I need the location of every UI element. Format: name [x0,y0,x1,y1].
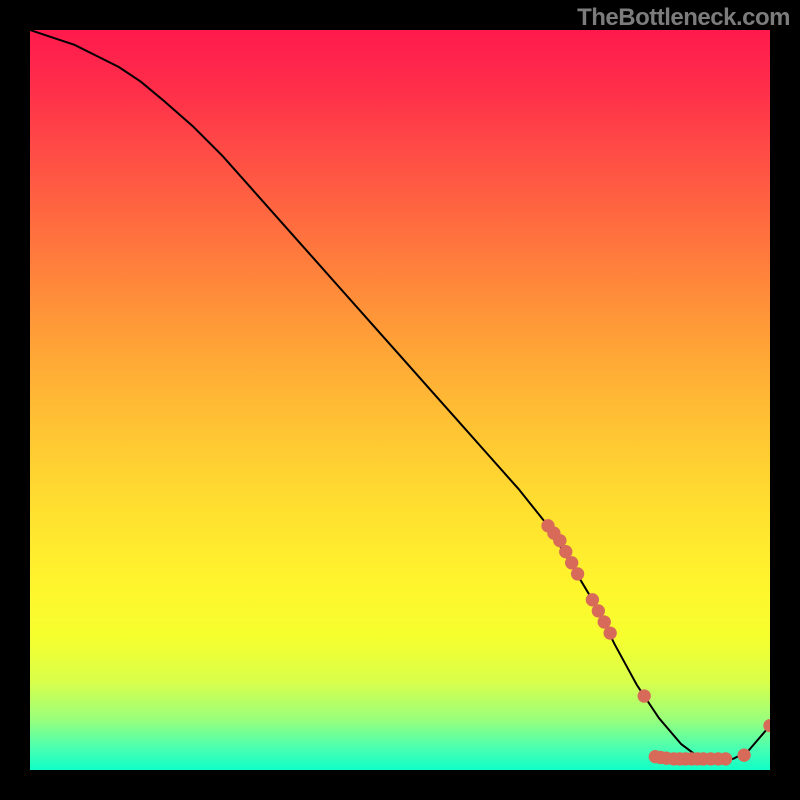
curve-path [30,30,770,759]
marker-dot [737,749,750,762]
plot-area [30,30,770,770]
chart-frame: TheBottleneck.com [0,0,800,800]
attribution-label: TheBottleneck.com [577,4,790,32]
marker-dot [638,689,651,702]
marker-group [541,519,770,765]
marker-dot [571,567,584,580]
marker-dot [604,626,617,639]
marker-dot [719,752,732,765]
marker-dot [763,719,770,732]
chart-svg [30,30,770,770]
